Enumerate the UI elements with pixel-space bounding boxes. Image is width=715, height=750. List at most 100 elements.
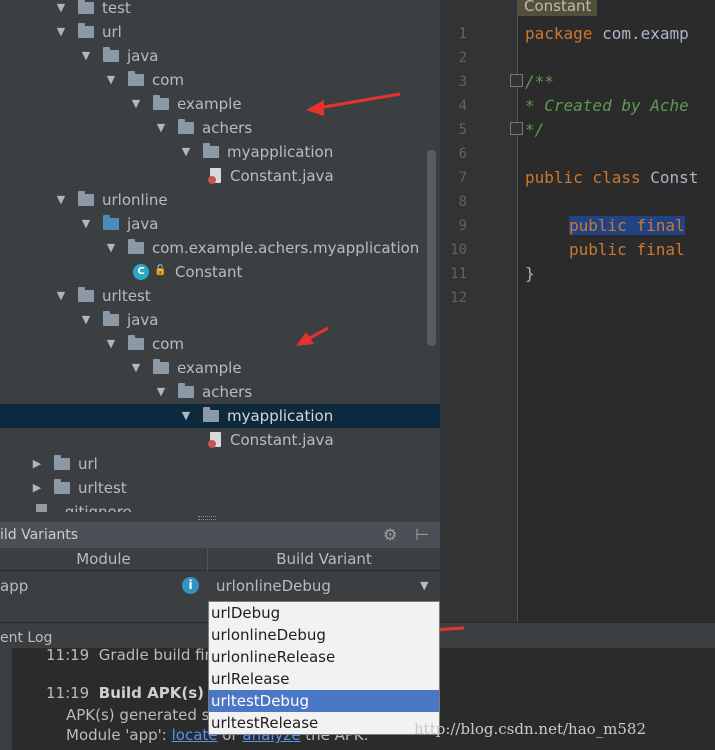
- splitter-grip[interactable]: [198, 516, 216, 520]
- tree-item-label: java: [127, 47, 159, 65]
- tree-item[interactable]: ▼ com.example.achers.myapplication: [0, 236, 440, 260]
- tree-item[interactable]: ▼ achers: [0, 380, 440, 404]
- line-number: 5: [458, 122, 467, 138]
- chevron-down-icon[interactable]: ▼: [54, 0, 68, 20]
- folder-icon: [103, 215, 119, 230]
- tree-item[interactable]: Constant.java: [0, 164, 440, 188]
- chevron-down-icon[interactable]: ▼: [79, 44, 93, 68]
- chevron-down-icon[interactable]: ▼: [54, 188, 68, 212]
- event-text-part: Module 'app':: [66, 726, 172, 744]
- folder-icon: [78, 0, 94, 14]
- tree-item-label: url: [102, 23, 122, 41]
- tree-item-label: com: [152, 71, 185, 89]
- tree-item-label: java: [127, 311, 159, 329]
- chevron-right-icon[interactable]: ▶: [30, 476, 44, 500]
- panel-splitter[interactable]: [0, 512, 440, 522]
- code-line-10: public final: [569, 238, 685, 262]
- variant-option[interactable]: urltestDebug: [209, 690, 439, 712]
- variant-option[interactable]: urlRelease: [209, 668, 439, 690]
- variant-option[interactable]: urlonlineDebug: [209, 624, 439, 646]
- watermark: http://blog.csdn.net/hao_m582: [414, 720, 647, 738]
- tree-item-label: achers: [202, 119, 253, 137]
- keyword: public final: [569, 240, 685, 259]
- chevron-down-icon[interactable]: ▼: [179, 404, 193, 428]
- line-number: 3: [458, 74, 467, 90]
- tree-item[interactable]: ▼ urltest: [0, 284, 440, 308]
- folder-icon: [78, 23, 94, 38]
- folder-icon: [203, 407, 219, 422]
- fold-icon[interactable]: [510, 74, 523, 87]
- build-variants-columns: Module Build Variant: [0, 548, 440, 571]
- class-icon: C: [133, 264, 149, 280]
- tree-item[interactable]: ▼ myapplication: [0, 140, 440, 164]
- tree-item-label: java: [127, 215, 159, 233]
- variant-option[interactable]: urlDebug: [209, 602, 439, 624]
- gear-icon[interactable]: ⚙: [383, 525, 397, 544]
- chevron-down-icon[interactable]: ▼: [104, 68, 118, 92]
- folder-icon: [153, 95, 169, 110]
- lock-icon: 🔓: [154, 265, 167, 276]
- build-variant-select[interactable]: urlonlineDebug: [216, 571, 331, 601]
- build-variant-dropdown[interactable]: urlDebug urlonlineDebug urlonlineRelease ur…: [208, 601, 440, 735]
- code-text: com.examp: [592, 24, 689, 43]
- tree-item-label: achers: [202, 383, 253, 401]
- tree-item[interactable]: ▼ java: [0, 44, 440, 68]
- info-icon[interactable]: i: [182, 577, 199, 594]
- chevron-down-icon[interactable]: ▼: [79, 308, 93, 332]
- tree-item[interactable]: ▼ java: [0, 308, 440, 332]
- folder-icon: [203, 143, 219, 158]
- hide-panel-icon[interactable]: ⊢: [415, 525, 429, 544]
- chevron-right-icon[interactable]: ▶: [30, 452, 44, 476]
- chevron-down-icon[interactable]: ▼: [54, 20, 68, 44]
- tree-item[interactable]: 🔓 C Constant: [0, 260, 440, 284]
- code-editor[interactable]: Constant 1 2 3 4 5 6 7 8 9 10 11 12 package com.exa…: [440, 0, 715, 622]
- tree-item-label: urltest: [78, 479, 127, 497]
- chevron-down-icon[interactable]: ▼: [154, 116, 168, 140]
- tree-item-label: url: [78, 455, 98, 473]
- variant-option[interactable]: urlonlineRelease: [209, 646, 439, 668]
- tree-item[interactable]: ▼ com: [0, 332, 440, 356]
- chevron-down-icon[interactable]: ▼: [129, 356, 143, 380]
- tree-item-label: urlonline: [102, 191, 168, 209]
- line-number: 2: [458, 50, 467, 66]
- tree-scrollbar[interactable]: [427, 150, 436, 346]
- chevron-down-icon[interactable]: ▼: [104, 236, 118, 260]
- tree-item[interactable]: ▼ java: [0, 212, 440, 236]
- code-line-3: /**: [525, 72, 554, 91]
- tree-item-label: Constant: [175, 263, 243, 281]
- tree-item[interactable]: ▼ example: [0, 356, 440, 380]
- folder-icon: [103, 311, 119, 326]
- event-time: 11:19: [46, 684, 90, 702]
- tree-item[interactable]: ▼ myapplication: [0, 404, 440, 428]
- tree-item-label: myapplication: [227, 143, 334, 161]
- tree-item[interactable]: ▼ com: [0, 68, 440, 92]
- module-name: app: [0, 577, 29, 595]
- tree-item[interactable]: ▼ urlonline: [0, 188, 440, 212]
- column-build-variant[interactable]: Build Variant: [208, 548, 440, 570]
- keyword: public class: [525, 168, 641, 187]
- chevron-down-icon[interactable]: ▼: [179, 140, 193, 164]
- folder-icon: [178, 119, 194, 134]
- tree-item[interactable]: ▼ achers: [0, 116, 440, 140]
- tree-item-label: example: [177, 359, 242, 377]
- tree-item[interactable]: ▼ test: [0, 0, 440, 20]
- chevron-down-icon[interactable]: ▼: [104, 332, 118, 356]
- folder-icon: [128, 335, 144, 350]
- chevron-down-icon[interactable]: ▼: [54, 284, 68, 308]
- column-module[interactable]: Module: [0, 548, 207, 570]
- tree-item[interactable]: Constant.java: [0, 428, 440, 452]
- tree-item[interactable]: ▼ url: [0, 20, 440, 44]
- chevron-down-icon[interactable]: ▼: [154, 380, 168, 404]
- tree-item-label: urltest: [102, 287, 151, 305]
- tree-item[interactable]: .gitignore: [0, 500, 440, 512]
- tree-item-label: Constant.java: [230, 431, 334, 449]
- chevron-down-icon[interactable]: ▼: [129, 92, 143, 116]
- fold-icon[interactable]: [510, 122, 523, 135]
- tree-item[interactable]: ▶ url: [0, 452, 440, 476]
- editor-tab-constant[interactable]: Constant: [518, 0, 598, 16]
- variant-option[interactable]: urltestRelease: [209, 712, 439, 734]
- tree-item[interactable]: ▶ urltest: [0, 476, 440, 500]
- chevron-down-icon[interactable]: ▼: [420, 571, 428, 601]
- chevron-down-icon[interactable]: ▼: [79, 212, 93, 236]
- tree-item[interactable]: ▼ example: [0, 92, 440, 116]
